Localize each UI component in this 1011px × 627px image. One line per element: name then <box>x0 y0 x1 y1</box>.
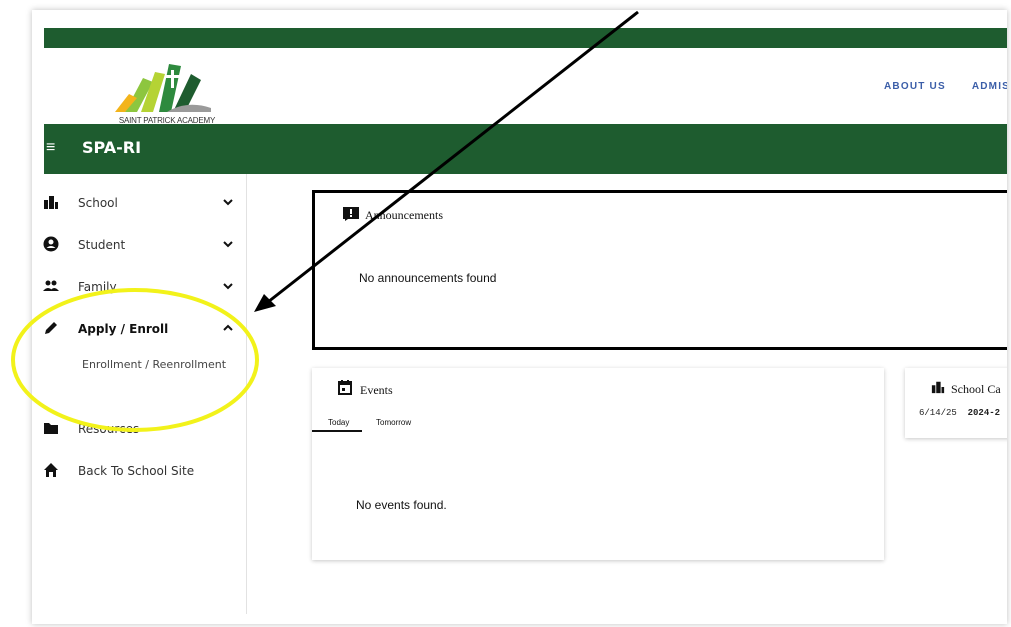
announcements-title: Announcements <box>365 208 443 222</box>
top-green-bar <box>44 28 1007 48</box>
events-card: Events Today Tomorrow No events found. <box>312 368 884 560</box>
sidebar-item-label: Family <box>78 280 117 294</box>
nav-link-about-us[interactable]: ABOUT US <box>884 81 946 92</box>
school-logo[interactable]: SAINT PATRICK ACADEMY <box>107 60 227 126</box>
top-nav: ABOUT US ADMIS <box>884 81 1007 92</box>
app-bar: ≡ SPA-RI <box>44 124 1007 174</box>
announcements-card: Announcements No announcements found <box>312 190 1007 350</box>
calendar-row: 6/14/25 2024-2 <box>919 408 1000 418</box>
sidebar-subitem-enrollment[interactable]: Enrollment / Reenrollment <box>82 358 226 371</box>
school-calendar-card: School Ca 6/14/25 2024-2 <box>905 368 1007 438</box>
active-tab-indicator <box>312 430 362 432</box>
calendar-icon <box>338 380 352 395</box>
building-icon <box>44 196 58 209</box>
sidebar-item-student[interactable]: Student <box>32 230 246 260</box>
events-empty-text: No events found. <box>356 498 447 512</box>
building-icon <box>931 381 945 394</box>
chevron-down-icon <box>223 283 233 290</box>
home-icon <box>44 463 58 477</box>
tab-today[interactable]: Today <box>328 418 349 427</box>
sidebar-item-back-to-school-site[interactable]: Back To School Site <box>32 456 246 486</box>
sidebar-item-resources[interactable]: Resources <box>32 414 246 444</box>
nav-link-admissions[interactable]: ADMIS <box>972 81 1007 92</box>
sidebar-item-family[interactable]: Family <box>32 272 246 302</box>
sidebar-item-apply-enroll[interactable]: Apply / Enroll <box>32 314 246 344</box>
folder-icon <box>44 423 58 434</box>
sidebar-item-label: Back To School Site <box>78 464 195 478</box>
sidebar: School Student Family Apply / Enroll Res… <box>32 174 247 614</box>
sidebar-item-label: Resources <box>78 422 140 436</box>
calendar-date: 6/14/25 <box>919 408 957 418</box>
app-title: SPA-RI <box>82 138 142 157</box>
events-title: Events <box>360 383 393 397</box>
menu-icon[interactable]: ≡ <box>46 139 55 157</box>
calendar-year: 2024-2 <box>967 408 1001 418</box>
chevron-up-icon <box>223 324 233 331</box>
sidebar-item-label: Apply / Enroll <box>78 322 169 336</box>
school-calendar-title: School Ca <box>951 382 1001 396</box>
tab-tomorrow[interactable]: Tomorrow <box>376 418 411 427</box>
chevron-down-icon <box>223 241 233 248</box>
account-circle-icon <box>43 236 59 252</box>
sidebar-item-label: Student <box>78 238 126 252</box>
sidebar-item-label: School <box>78 196 118 210</box>
announcements-empty-text: No announcements found <box>359 271 497 285</box>
app-window: SAINT PATRICK ACADEMY ABOUT US ADMIS ≡ SP… <box>32 10 1007 624</box>
chevron-down-icon <box>223 199 233 206</box>
pencil-icon <box>45 322 57 334</box>
announcement-icon <box>343 207 359 221</box>
people-icon <box>43 280 59 291</box>
logo-graphic <box>115 64 211 112</box>
sidebar-item-school[interactable]: School <box>32 188 246 218</box>
